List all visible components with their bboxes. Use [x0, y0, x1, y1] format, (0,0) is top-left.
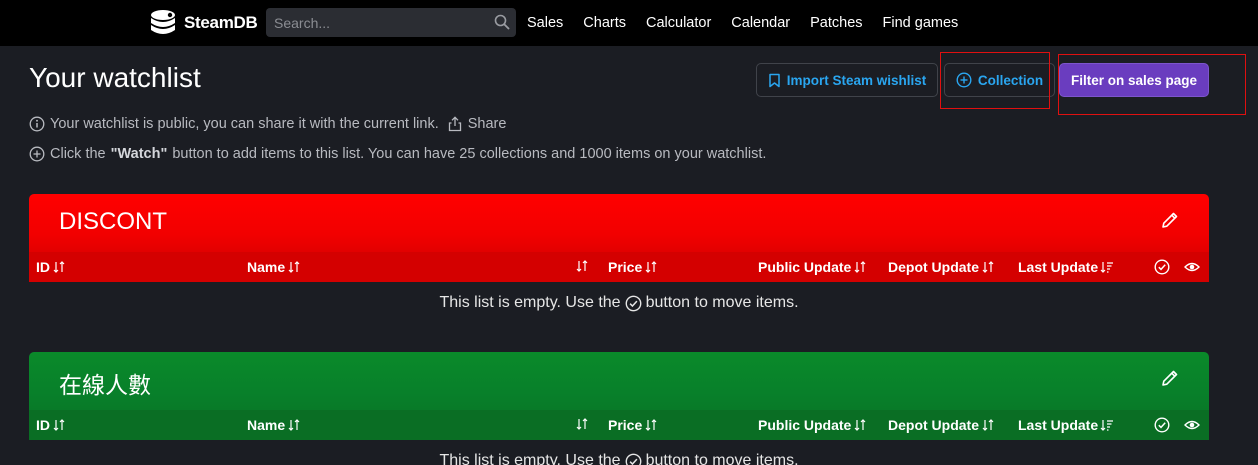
sort-icon — [53, 419, 65, 431]
empty-list-message: This list is empty. Use the button to mo… — [29, 294, 1209, 312]
info-click-prefix: Click the — [50, 146, 106, 162]
sort-desc-icon — [1100, 420, 1114, 431]
col-depot-update[interactable]: Depot Update — [888, 417, 995, 433]
info-click-suffix: button to add items to this list. You ca… — [172, 146, 767, 162]
share-link[interactable]: Share — [447, 116, 507, 132]
col-name-label: Name — [247, 417, 286, 433]
eye-icon[interactable] — [1184, 417, 1200, 433]
sort-icon — [53, 261, 65, 273]
col-id-label: ID — [36, 259, 50, 275]
filter-label: Filter on sales page — [1070, 72, 1198, 88]
check-circle-icon[interactable] — [1154, 259, 1170, 275]
nav-link-calendar[interactable]: Calendar — [731, 15, 790, 31]
plus-circle-icon — [956, 72, 972, 88]
col-price[interactable]: Price — [608, 417, 658, 433]
col-last-update[interactable]: Last Update — [1018, 417, 1114, 433]
site-logo[interactable]: SteamDB — [148, 7, 258, 39]
col-name-label: Name — [247, 259, 286, 275]
share-label: Share — [467, 116, 507, 132]
import-label: Import Steam wishlist — [786, 72, 927, 88]
import-steam-wishlist-button[interactable]: Import Steam wishlist — [756, 63, 938, 97]
col-name[interactable]: Name — [247, 259, 301, 275]
collection-header: 在線人數 — [29, 352, 1209, 410]
sort-icon — [576, 418, 588, 430]
col-name[interactable]: Name — [247, 417, 301, 433]
empty-suffix: button to move items. — [645, 452, 799, 465]
collection-name: 在線人數 — [59, 373, 151, 399]
check-circle-icon — [625, 453, 641, 465]
info-icon — [29, 116, 45, 132]
col-price-label: Price — [608, 417, 643, 433]
nav-link-charts[interactable]: Charts — [583, 15, 626, 31]
sort-icon — [982, 261, 994, 273]
info-click-line: Click the "Watch" button to add items to… — [29, 145, 766, 163]
pencil-icon[interactable] — [1160, 210, 1180, 230]
sort-icon — [645, 261, 657, 273]
col-id-label: ID — [36, 417, 50, 433]
col-discount[interactable] — [575, 417, 589, 431]
collection-header: DISCONT — [29, 194, 1209, 252]
watchlist-collection: DISCONT ID Name Price Public Update Depo… — [29, 194, 1209, 324]
page-title: Your watchlist — [29, 62, 201, 93]
col-last-update-label: Last Update — [1018, 259, 1099, 275]
column-header-row: ID Name Price Public Update Depot Update… — [29, 410, 1209, 440]
col-price-label: Price — [608, 259, 643, 275]
steamdb-logo-icon — [151, 10, 175, 34]
check-circle-icon[interactable] — [1154, 417, 1170, 433]
col-last-update[interactable]: Last Update — [1018, 259, 1114, 275]
plus-circle-icon — [29, 146, 45, 162]
filter-on-sales-page-button[interactable]: Filter on sales page — [1059, 63, 1209, 97]
info-public-text: Your watchlist is public, you can share … — [50, 116, 439, 132]
sort-icon — [854, 261, 866, 273]
search-box — [266, 8, 516, 37]
check-circle-icon — [625, 295, 641, 311]
col-price[interactable]: Price — [608, 259, 658, 275]
search-input[interactable] — [266, 8, 486, 37]
col-depot-update[interactable]: Depot Update — [888, 259, 995, 275]
pencil-icon[interactable] — [1160, 368, 1180, 388]
sort-icon — [288, 419, 300, 431]
col-public-update[interactable]: Public Update — [758, 417, 867, 433]
col-last-update-label: Last Update — [1018, 417, 1099, 433]
collection-button[interactable]: Collection — [944, 63, 1055, 97]
collection-label: Collection — [977, 72, 1044, 88]
nav-link-patches[interactable]: Patches — [810, 15, 862, 31]
nav-link-sales[interactable]: Sales — [527, 15, 563, 31]
col-public-update-label: Public Update — [758, 417, 852, 433]
nav-link-find-games[interactable]: Find games — [883, 15, 959, 31]
share-icon — [448, 116, 461, 132]
empty-list-message: This list is empty. Use the button to mo… — [29, 452, 1209, 465]
sort-icon — [645, 419, 657, 431]
watchlist-collection: 在線人數 ID Name Price Public Update Depot U… — [29, 352, 1209, 465]
col-public-update-label: Public Update — [758, 259, 852, 275]
col-id[interactable]: ID — [36, 259, 66, 275]
col-depot-update-label: Depot Update — [888, 417, 979, 433]
empty-suffix: button to move items. — [645, 294, 799, 311]
empty-prefix: This list is empty. Use the — [439, 452, 621, 465]
logo-text: SteamDB — [184, 13, 258, 32]
col-depot-update-label: Depot Update — [888, 259, 979, 275]
sort-desc-icon — [1100, 262, 1114, 273]
nav-links: Sales Charts Calculator Calendar Patches… — [527, 0, 958, 46]
col-public-update[interactable]: Public Update — [758, 259, 867, 275]
info-public-line: Your watchlist is public, you can share … — [29, 115, 506, 133]
eye-icon[interactable] — [1184, 259, 1200, 275]
col-discount[interactable] — [575, 259, 589, 273]
bookmark-icon — [768, 73, 780, 87]
sort-icon — [854, 419, 866, 431]
nav-link-calculator[interactable]: Calculator — [646, 15, 711, 31]
collection-name: DISCONT — [59, 208, 167, 235]
top-nav: SteamDB Sales Charts Calculator Calendar… — [0, 0, 1258, 46]
sort-icon — [576, 260, 588, 272]
info-click-bold: "Watch" — [110, 146, 168, 162]
column-header-row: ID Name Price Public Update Depot Update… — [29, 252, 1209, 282]
sort-icon — [982, 419, 994, 431]
sort-icon — [288, 261, 300, 273]
search-icon[interactable] — [494, 14, 510, 30]
empty-prefix: This list is empty. Use the — [439, 294, 621, 311]
col-id[interactable]: ID — [36, 417, 66, 433]
